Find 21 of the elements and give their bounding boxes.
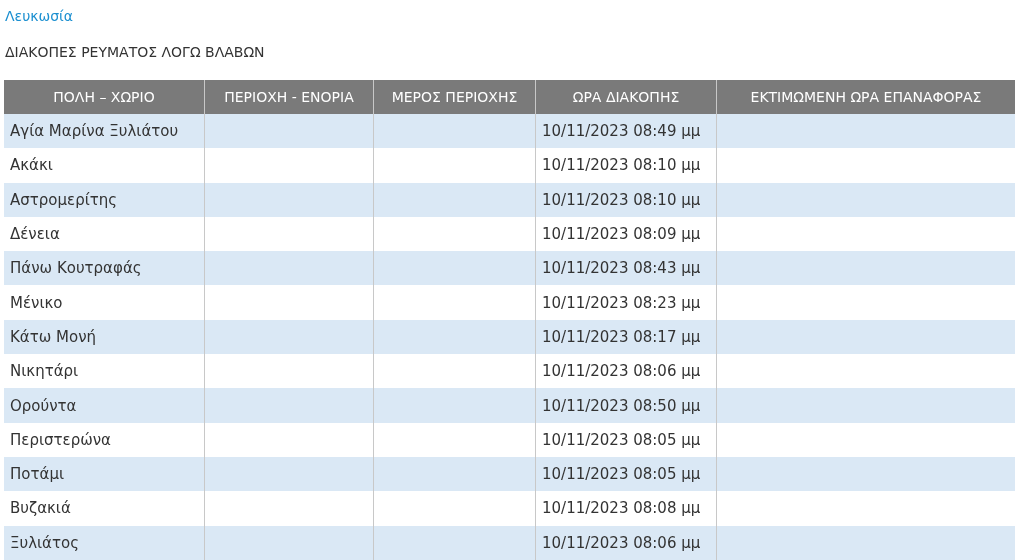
table-cell: Κάτω Μονή [4,319,204,355]
table-cell: Ποτάμι [4,456,204,492]
table-cell: 10/11/2023 08:05 μμ [535,456,716,492]
table-cell: 10/11/2023 08:50 μμ [535,388,716,423]
table-cell: Ξυλιάτος [4,525,204,560]
city-link[interactable]: Λευκωσία [5,8,74,24]
column-header: ΠΟΛΗ – ΧΩΡΙΟ [4,80,204,114]
column-header: ΠΕΡΙΟΧΗ - ΕΝΟΡΙΑ [204,80,373,114]
table-cell: 10/11/2023 08:10 μμ [535,182,716,217]
table-cell: 10/11/2023 08:49 μμ [535,114,716,149]
table-cell: Πάνω Κουτραφάς [4,251,204,286]
column-header: ΜΕΡΟΣ ΠΕΡΙΟΧΗΣ [373,80,535,114]
table-cell: Αγία Μαρίνα Ξυλιάτου [4,114,204,149]
table-cell: 10/11/2023 08:06 μμ [535,525,716,560]
page-heading: ΔΙΑΚΟΠΕΣ ΡΕΥΜΑΤΟΣ ΛΟΓΩ ΒΛΑΒΩΝ [5,44,266,60]
table-cell: Αστρομερίτης [4,182,204,217]
table-cell: 10/11/2023 08:43 μμ [535,251,716,286]
column-header: ΩΡΑ ΔΙΑΚΟΠΗΣ [535,80,716,114]
table-cell: 10/11/2023 08:17 μμ [535,319,716,355]
column-header: ΕΚΤΙΜΩΜΕΝΗ ΩΡΑ ΕΠΑΝΑΦΟΡΑΣ [716,80,1015,114]
table-cell: Ορούντα [4,388,204,423]
